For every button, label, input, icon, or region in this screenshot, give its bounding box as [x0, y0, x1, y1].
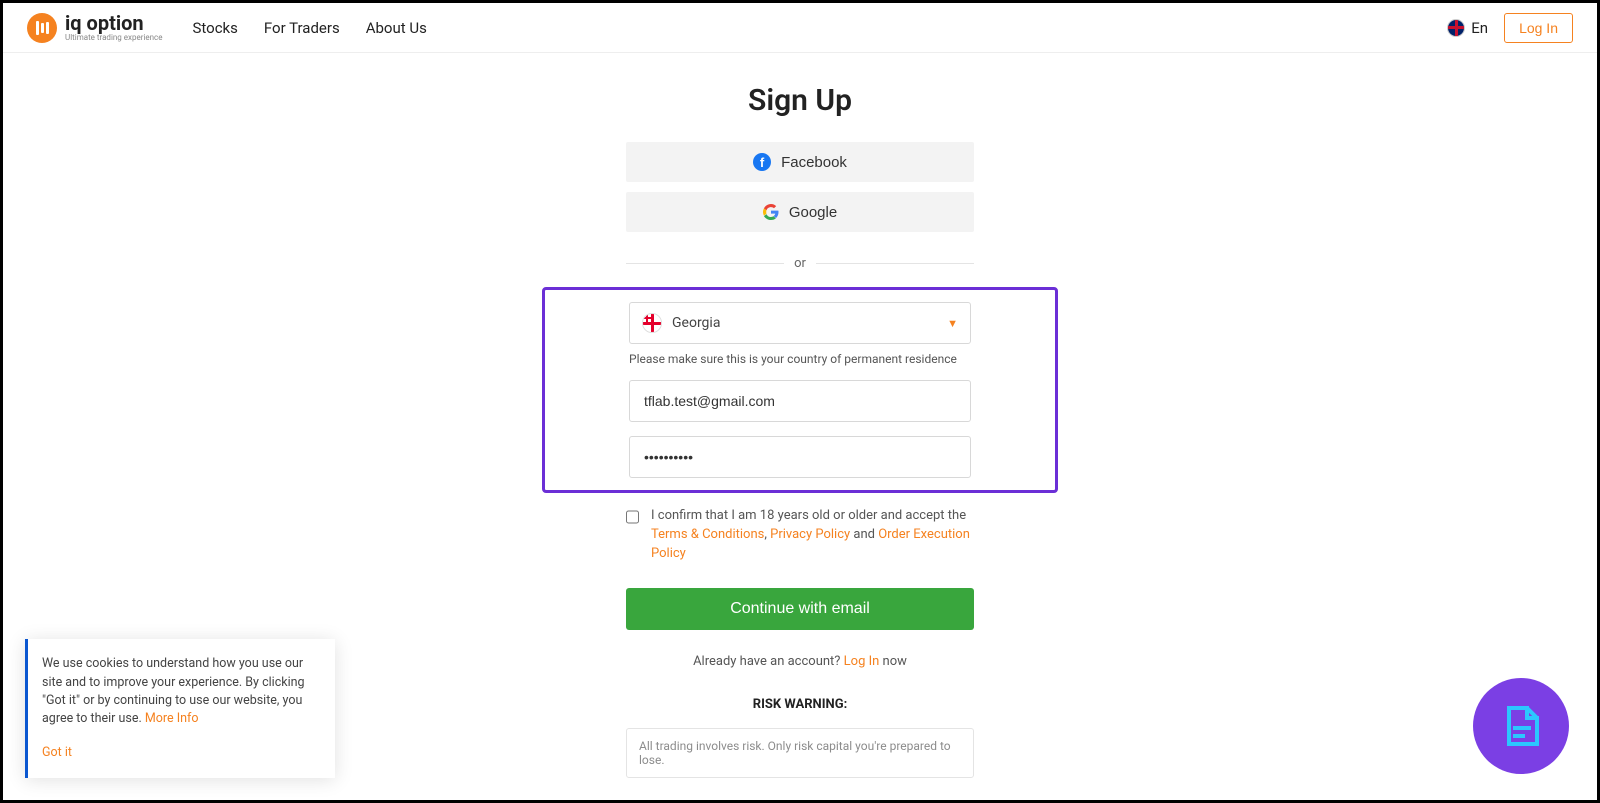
consent-text: I confirm that I am 18 years old or olde… — [651, 507, 974, 564]
facebook-icon: f — [753, 153, 771, 171]
risk-warning-box: All trading involves risk. Only risk cap… — [626, 728, 974, 778]
language-selector[interactable]: En — [1447, 19, 1488, 37]
primary-nav: Stocks For Traders About Us — [192, 19, 426, 37]
password-field[interactable] — [629, 436, 971, 478]
cookie-more-link[interactable]: More Info — [145, 711, 199, 726]
country-select[interactable]: Georgia ▼ — [629, 302, 971, 344]
cookie-text: We use cookies to understand how you use… — [42, 656, 305, 725]
support-fab[interactable] — [1473, 678, 1569, 774]
nav-stocks[interactable]: Stocks — [192, 19, 237, 37]
cookie-gotit-button[interactable]: Got it — [42, 744, 321, 762]
risk-title: RISK WARNING: — [626, 697, 974, 712]
google-icon — [763, 204, 779, 220]
login-button[interactable]: Log In — [1504, 13, 1573, 43]
support-icon — [1497, 702, 1545, 750]
logo-icon — [27, 13, 57, 43]
country-hint: Please make sure this is your country of… — [629, 352, 971, 366]
logo-brand: iq option — [65, 13, 162, 33]
facebook-label: Facebook — [781, 154, 847, 171]
nav-for-traders[interactable]: For Traders — [264, 19, 340, 37]
email-field[interactable] — [629, 380, 971, 422]
georgia-flag-icon — [642, 313, 662, 333]
login-link[interactable]: Log In — [844, 654, 880, 669]
logo-tagline: Ultimate trading experience — [65, 33, 162, 42]
continue-email-button[interactable]: Continue with email — [626, 588, 974, 630]
language-label: En — [1471, 19, 1488, 37]
country-label: Georgia — [672, 315, 720, 331]
cookie-banner: We use cookies to understand how you use… — [25, 639, 335, 778]
google-label: Google — [789, 204, 837, 221]
privacy-link[interactable]: Privacy Policy — [770, 527, 850, 542]
form-highlight-box: Georgia ▼ Please make sure this is your … — [542, 287, 1058, 493]
terms-link[interactable]: Terms & Conditions — [651, 527, 764, 542]
chevron-down-icon: ▼ — [947, 317, 958, 330]
divider: or — [626, 256, 974, 271]
consent-checkbox[interactable] — [626, 509, 639, 525]
page-title: Sign Up — [748, 83, 852, 118]
uk-flag-icon — [1447, 19, 1465, 37]
nav-about-us[interactable]: About Us — [366, 19, 427, 37]
signup-facebook-button[interactable]: f Facebook — [626, 142, 974, 182]
logo[interactable]: iq option Ultimate trading experience — [27, 13, 162, 43]
consent-row[interactable]: I confirm that I am 18 years old or olde… — [626, 507, 974, 564]
header: iq option Ultimate trading experience St… — [3, 3, 1597, 53]
divider-or: or — [794, 256, 806, 271]
already-account: Already have an account? Log In now — [626, 654, 974, 669]
signup-google-button[interactable]: Google — [626, 192, 974, 232]
